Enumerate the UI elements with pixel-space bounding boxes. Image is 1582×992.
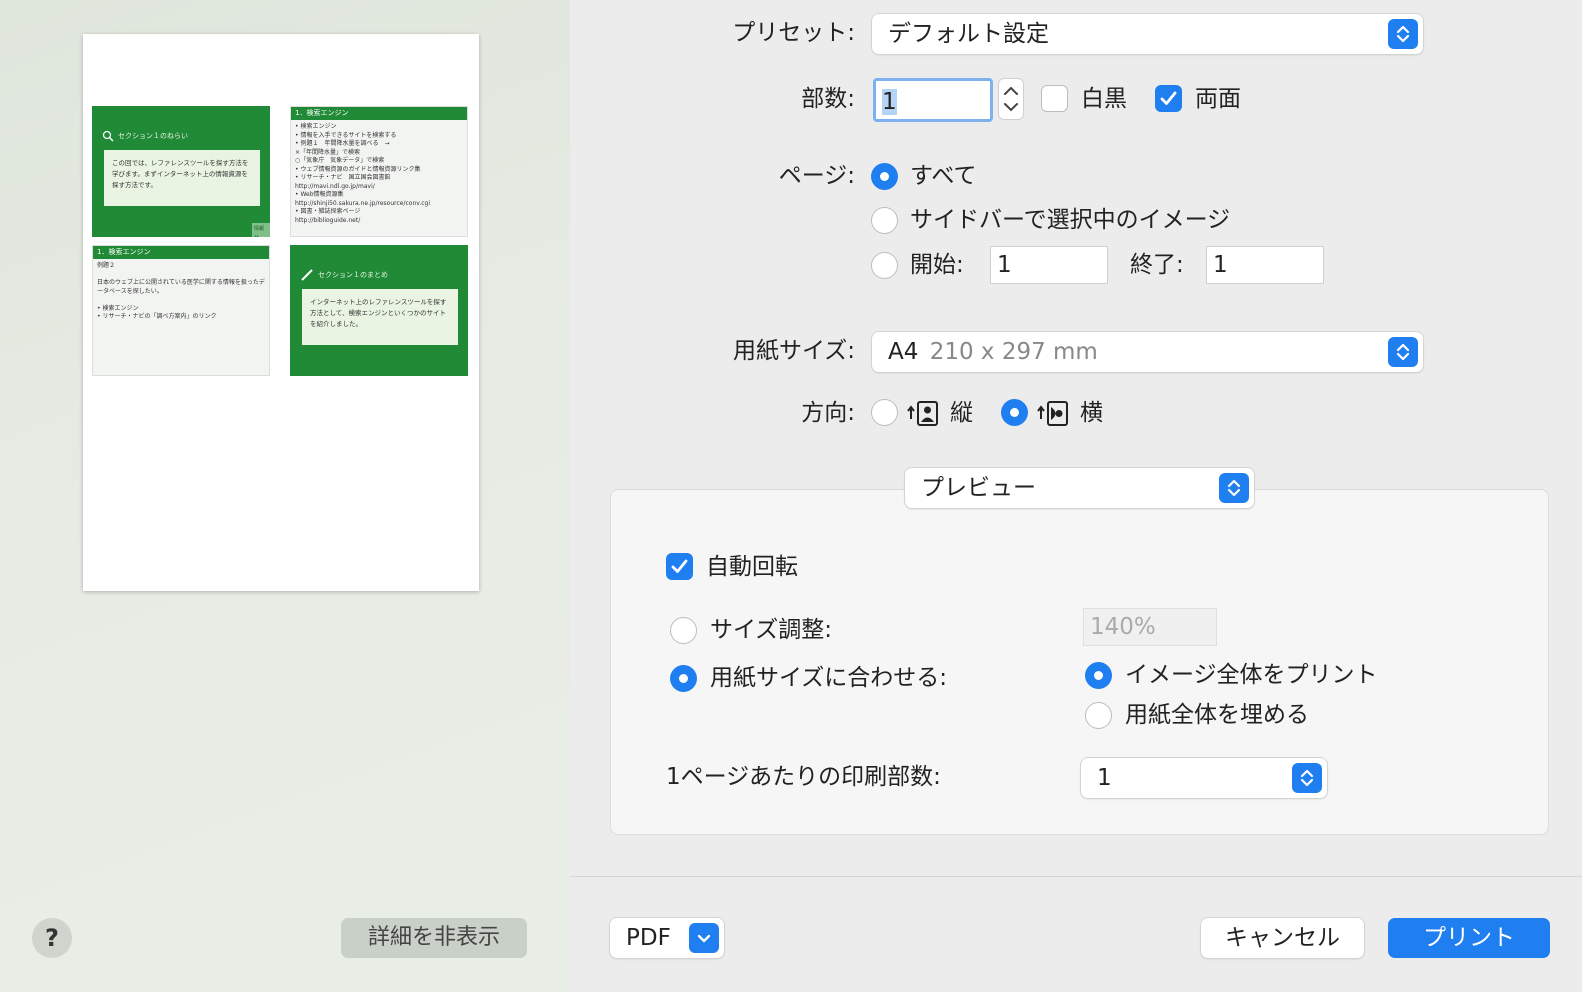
print-button[interactable]: プリント [1388, 918, 1550, 958]
preset-label: プリセット: [732, 20, 855, 46]
checkmark-icon [1160, 91, 1177, 105]
slide-body: • 検索エンジン • 情報を入手できるサイトを検索する • 例題１ 年間降水量を… [295, 123, 431, 224]
paper-size-label: 用紙サイズ: [732, 338, 855, 364]
magnifier-icon [102, 130, 114, 142]
pages-sidebar-radio[interactable] [871, 207, 898, 234]
pdf-menu-button[interactable]: PDF [610, 918, 724, 958]
slide-thumbnail: セクション１のねらい この回では、レファレンスツールを探す方法を学びます。まずイ… [92, 106, 270, 237]
fill-entire-paper-radio[interactable] [1085, 702, 1112, 729]
slide-thumbnail: セクション１のまとめ インターネット上のレファレンスツールを探す方法として、検索… [290, 245, 468, 376]
pencil-icon [301, 269, 313, 281]
slide-corner-tag: 情報サ [252, 223, 270, 237]
auto-rotate-checkbox[interactable] [666, 553, 693, 580]
copies-stepper[interactable] [998, 78, 1024, 120]
page-thumbnail[interactable]: セクション１のねらい この回では、レファレンスツールを探す方法を学びます。まずイ… [83, 34, 479, 591]
print-entire-image-radio[interactable] [1085, 662, 1112, 689]
orientation-label: 方向: [801, 400, 855, 426]
help-button[interactable]: ? [32, 918, 72, 958]
landscape-icon [1037, 401, 1068, 426]
slide-heading: セクション１のまとめ [300, 269, 388, 281]
portrait-icon [907, 401, 938, 426]
stepper-arrows-icon [1004, 86, 1018, 112]
copies-per-page-popup[interactable]: 1 [1081, 758, 1327, 798]
pages-label: ページ: [778, 163, 855, 189]
updown-chevron-icon [1388, 337, 1418, 367]
checkmark-icon [671, 559, 688, 573]
chevron-down-icon [689, 923, 719, 953]
slide-thumbnail: 1．検索エンジン • 検索エンジン • 情報を入手できるサイトを検索する • 例… [290, 106, 468, 237]
updown-chevron-icon [1219, 473, 1249, 503]
cancel-button[interactable]: キャンセル [1201, 918, 1364, 958]
orientation-landscape-label: 横 [1080, 400, 1103, 426]
updown-chevron-icon [1388, 19, 1418, 49]
duplex-checkbox[interactable] [1155, 85, 1182, 112]
scale-label: サイズ調整: [710, 617, 833, 643]
black-white-checkbox[interactable] [1041, 85, 1068, 112]
updown-chevron-icon [1292, 763, 1322, 793]
slide-heading: セクション１のねらい [102, 130, 188, 142]
section-popup[interactable]: プレビュー [905, 468, 1254, 508]
pages-to-input[interactable]: 1 [1206, 246, 1324, 284]
footer-divider [570, 876, 1582, 877]
pages-from-input[interactable]: 1 [990, 246, 1108, 284]
slide-text-box: インターネット上のレファレンスツールを探す方法として、検索エンジンといくつかのサ… [302, 289, 458, 345]
hide-details-button[interactable]: 詳細を非表示 [341, 918, 527, 958]
preview-options-group: 自動回転 サイズ調整: 140% 用紙サイズに合わせる: イメージ全体をプリント… [610, 489, 1549, 835]
pages-all-label: すべて [910, 163, 977, 189]
copies-per-page-label: 1ページあたりの印刷部数: [666, 764, 941, 790]
slide-title-bar: 1．検索エンジン [291, 107, 467, 120]
copies-label: 部数: [801, 86, 855, 112]
scale-radio[interactable] [670, 617, 697, 644]
slide-title-bar: 1．検索エンジン [93, 246, 269, 259]
slide-thumbnail: 1．検索エンジン 例題２ 日本のウェブ上に公開されている医学に関する情報を扱った… [92, 245, 270, 376]
print-settings-panel: プリセット: デフォルト設定 部数: 1 白黒 両面 ページ: すべて サイドバ… [570, 0, 1582, 992]
orientation-portrait-radio[interactable] [871, 399, 898, 426]
print-entire-image-label: イメージ全体をプリント [1125, 662, 1378, 688]
copies-input[interactable]: 1 [873, 78, 993, 122]
pages-from-label: 開始: [910, 252, 964, 278]
slide-text-box: この回では、レファレンスツールを探す方法を学びます。まずインターネット上の情報資… [104, 150, 260, 206]
slide-body: 例題２ 日本のウェブ上に公開されている医学に関する情報を扱ったデータベースを探し… [97, 262, 265, 320]
fit-to-paper-label: 用紙サイズに合わせる: [710, 665, 948, 691]
pages-range-radio[interactable] [871, 252, 898, 279]
duplex-label: 両面 [1195, 86, 1241, 112]
auto-rotate-label: 自動回転 [706, 554, 798, 580]
preset-popup[interactable]: デフォルト設定 [872, 14, 1423, 54]
preview-sidebar: セクション１のねらい この回では、レファレンスツールを探す方法を学びます。まずイ… [0, 0, 570, 992]
scale-input[interactable]: 140% [1083, 608, 1217, 646]
pages-all-radio[interactable] [871, 163, 898, 190]
pages-to-label: 終了: [1130, 252, 1184, 278]
fill-entire-paper-label: 用紙全体を埋める [1125, 702, 1309, 728]
orientation-portrait-label: 縦 [950, 400, 973, 426]
pages-sidebar-label: サイドバーで選択中のイメージ [910, 207, 1231, 233]
black-white-label: 白黒 [1081, 86, 1127, 112]
paper-size-popup[interactable]: A4 210 x 297 mm [872, 332, 1423, 372]
fit-to-paper-radio[interactable] [670, 665, 697, 692]
orientation-landscape-radio[interactable] [1001, 399, 1028, 426]
